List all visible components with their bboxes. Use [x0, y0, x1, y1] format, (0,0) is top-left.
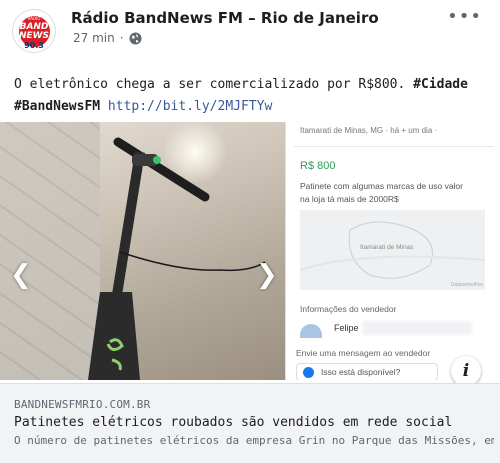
messenger-icon	[303, 367, 314, 378]
listing-description: Patinete com algumas marcas de uso valor…	[300, 181, 463, 204]
vendor-name-redaction	[362, 321, 472, 335]
meta-separator: ·	[119, 31, 124, 45]
scooter-photo: ❮ ❯	[0, 122, 285, 380]
post-text-body: O eletrônico chega a ser comercializado …	[14, 77, 414, 92]
post-media[interactable]: ❮ ❯ Itamarati de Minas, MG · há + um dia…	[0, 122, 500, 380]
marketplace-screenshot: Itamarati de Minas, MG · há + um dia · R…	[285, 122, 500, 380]
post-header: RÁDIO BAND NEWS 90.3 Rádio BandNews FM –…	[0, 0, 500, 56]
map-credit: Datasemelhos	[451, 282, 483, 288]
listing-map: Itamarati de Minas Datasemelhos	[300, 210, 485, 290]
vendor-heading: Informações do vendedor	[300, 304, 397, 314]
chevron-left-icon[interactable]: ❮	[10, 260, 32, 290]
page-avatar[interactable]: RÁDIO BAND NEWS 90.3	[12, 9, 56, 53]
link-title[interactable]: Patinetes elétricos roubados são vendido…	[14, 415, 452, 430]
listing-divider	[294, 146, 494, 147]
logo-frequency: 90.3	[24, 41, 44, 50]
post-meta: 27 min ·	[73, 31, 142, 45]
vendor-avatar	[300, 324, 322, 338]
map-label: Itamarati de Minas	[360, 244, 414, 251]
chevron-right-icon[interactable]: ❯	[256, 260, 278, 290]
more-options-icon[interactable]: •••	[447, 6, 482, 27]
post-text: O eletrônico chega a ser comercializado …	[14, 74, 494, 118]
vendor-name: Felipe	[334, 323, 359, 333]
listing-price: R$ 800	[300, 160, 336, 172]
info-icon[interactable]: i	[451, 356, 481, 386]
logo-radio-word: RÁDIO	[27, 16, 41, 21]
post-timestamp[interactable]: 27 min	[73, 31, 115, 45]
link-domain: BANDNEWSFMRIO.COM.BR	[14, 398, 151, 411]
listing-location: Itamarati de Minas, MG · há + um dia ·	[300, 126, 438, 135]
scooter-illustration	[88, 137, 266, 380]
hashtag-bandnewsfm[interactable]: #BandNewsFM	[14, 99, 100, 114]
message-box: Isso está disponível?	[296, 363, 438, 380]
message-heading: Envie uma mensagem ao vendedor	[296, 348, 431, 358]
logo-brand: BAND NEWS	[18, 22, 50, 41]
link-description: O número de patinetes elétricos da empre…	[14, 434, 494, 447]
page-name-link[interactable]: Rádio BandNews FM – Rio de Janeiro	[71, 9, 379, 27]
link-preview-card[interactable]: BANDNEWSFMRIO.COM.BR Patinetes elétricos…	[0, 383, 500, 463]
hashtag-cidade[interactable]: #Cidade	[413, 77, 468, 92]
message-placeholder: Isso está disponível?	[321, 367, 401, 377]
short-link[interactable]: http://bit.ly/2MJFTYw	[108, 99, 272, 114]
globe-icon[interactable]	[129, 32, 142, 45]
